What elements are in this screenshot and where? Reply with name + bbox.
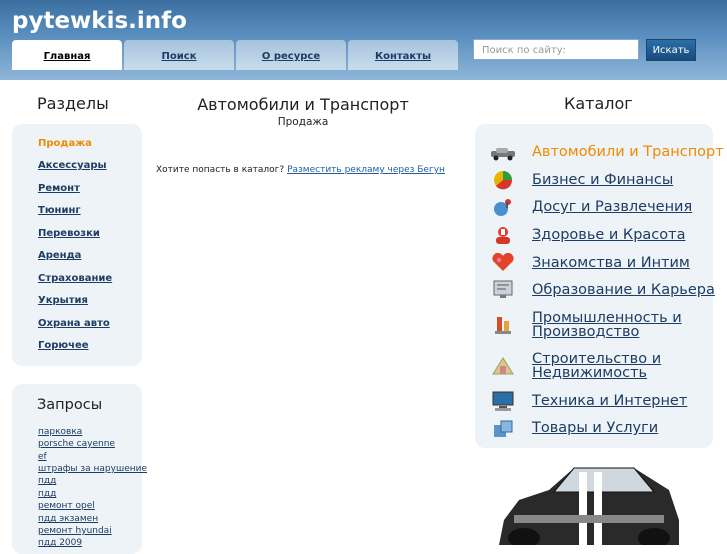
catalog-link-goods[interactable]: Товары и Услуги bbox=[532, 421, 658, 436]
catalog-link-leisure[interactable]: Досуг и Развлечения bbox=[532, 200, 692, 215]
promo-link[interactable]: Разместить рекламу через Бегун bbox=[287, 165, 445, 175]
tab-home-label: Главная bbox=[43, 51, 91, 62]
catalog-link-dating[interactable]: Знакомства и Интим bbox=[532, 256, 690, 271]
query-link[interactable]: пдд экзамен bbox=[38, 514, 98, 524]
car-illustration bbox=[499, 467, 679, 545]
sections-title: Разделы bbox=[37, 94, 109, 113]
catalog-link-education[interactable]: Образование и Карьера bbox=[532, 283, 715, 298]
query-link[interactable]: пдд bbox=[38, 489, 56, 499]
catalog-link-health[interactable]: Здоровье и Красота bbox=[532, 228, 685, 243]
site-header: pytewkis.info Главная Поиск О ресурсе Ко… bbox=[0, 0, 727, 80]
query-link[interactable]: ремонт opel bbox=[38, 501, 95, 511]
query-link[interactable]: ремонт hyundai bbox=[38, 526, 112, 536]
education-icon bbox=[493, 280, 513, 298]
tab-about[interactable]: О ресурсе bbox=[236, 40, 346, 70]
section-link-transport[interactable]: Перевозки bbox=[38, 228, 100, 239]
promo-text: Хотите попасть в каталог? bbox=[156, 165, 285, 175]
query-link[interactable]: штрафы за нарушение bbox=[38, 464, 147, 474]
section-link-rent[interactable]: Аренда bbox=[38, 250, 81, 261]
queries-title: Запросы bbox=[37, 397, 103, 413]
section-link-shelter[interactable]: Укрытия bbox=[38, 295, 88, 306]
page-subtitle: Продажа bbox=[277, 116, 329, 128]
tab-about-label: О ресурсе bbox=[261, 51, 321, 62]
search-button[interactable]: Искать bbox=[646, 39, 696, 61]
query-link[interactable]: парковка bbox=[38, 427, 82, 437]
section-link-fuel[interactable]: Горючее bbox=[38, 340, 89, 351]
car-icon bbox=[491, 148, 515, 161]
section-link-tuning[interactable]: Тюнинг bbox=[38, 205, 81, 216]
leisure-icon bbox=[494, 199, 511, 216]
pie-chart-icon bbox=[494, 171, 513, 190]
catalog-promo: Хотите попасть в каталог? Разместить рек… bbox=[156, 165, 445, 175]
tab-home[interactable]: Главная bbox=[12, 40, 122, 70]
query-link[interactable]: porsche cayenne bbox=[38, 439, 115, 449]
tab-contacts-label: Контакты bbox=[374, 51, 432, 62]
section-link-sale[interactable]: Продажа bbox=[38, 138, 92, 149]
tab-search[interactable]: Поиск bbox=[124, 40, 234, 70]
query-link[interactable]: ef bbox=[38, 452, 47, 462]
heart-icon bbox=[492, 252, 514, 271]
catalog-link-industry[interactable]: Промышленность и Производство bbox=[532, 311, 702, 340]
industry-icon bbox=[495, 317, 511, 334]
section-link-accessories[interactable]: Аксессуары bbox=[38, 160, 107, 171]
goods-icon bbox=[494, 420, 513, 437]
page-title: Автомобили и Транспорт bbox=[197, 95, 409, 114]
catalog-link-tech[interactable]: Техника и Интернет bbox=[532, 394, 687, 409]
computer-icon bbox=[492, 391, 514, 411]
search-input[interactable]: Поиск по сайту: bbox=[473, 39, 639, 60]
query-link[interactable]: пдд bbox=[38, 476, 56, 486]
section-link-repair[interactable]: Ремонт bbox=[38, 183, 80, 194]
catalog-link-business[interactable]: Бизнес и Финансы bbox=[532, 173, 673, 188]
tab-search-label: Поиск bbox=[161, 51, 197, 62]
catalog-link-construction[interactable]: Строительство и Недвижимость bbox=[532, 352, 702, 381]
site-logo[interactable]: pytewkis.info bbox=[12, 8, 187, 34]
section-link-insurance[interactable]: Страхование bbox=[38, 273, 112, 284]
query-link[interactable]: пдд 2009 bbox=[38, 538, 82, 548]
health-icon bbox=[496, 227, 510, 244]
section-link-security[interactable]: Охрана авто bbox=[38, 318, 110, 329]
catalog-title: Каталог bbox=[564, 94, 633, 113]
construction-icon bbox=[492, 357, 514, 375]
catalog-link-auto[interactable]: Автомобили и Транспорт bbox=[532, 145, 724, 160]
tab-contacts[interactable]: Контакты bbox=[348, 40, 458, 70]
